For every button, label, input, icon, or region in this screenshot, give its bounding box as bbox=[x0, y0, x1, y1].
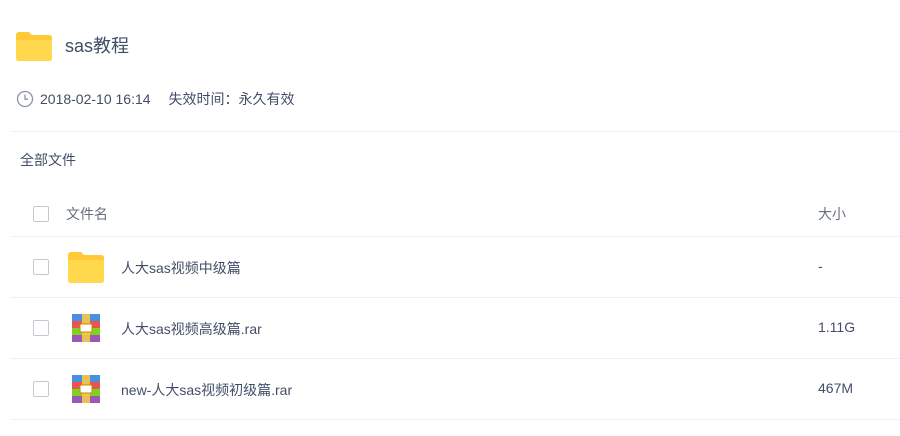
list-header: 文件名 大小 bbox=[0, 194, 900, 236]
file-size: 1.11G bbox=[818, 319, 856, 335]
breadcrumb[interactable]: 全部文件 bbox=[20, 150, 76, 170]
column-header-size[interactable]: 大小 bbox=[818, 204, 846, 224]
rar-archive-icon bbox=[72, 375, 100, 403]
row-checkbox[interactable] bbox=[33, 381, 49, 397]
share-title: sas教程 bbox=[65, 36, 130, 56]
divider bbox=[10, 131, 900, 132]
file-name[interactable]: new-人大sas视频初级篇.rar bbox=[121, 380, 292, 400]
row-checkbox[interactable] bbox=[33, 320, 49, 336]
rar-archive-icon bbox=[72, 314, 100, 342]
file-row[interactable]: 人大sas视频高级篇.rar 1.11G bbox=[0, 298, 900, 358]
share-header: sas教程 2018-02-10 16:14 失效时间：永久有效 bbox=[0, 0, 900, 130]
clock-icon bbox=[16, 90, 34, 108]
file-row[interactable]: new-人大sas视频初级篇.rar 467M bbox=[0, 359, 900, 419]
file-size: - bbox=[818, 258, 823, 274]
share-date: 2018-02-10 16:14 bbox=[40, 91, 151, 107]
folder-icon bbox=[68, 252, 104, 283]
share-expiry: 失效时间：永久有效 bbox=[168, 91, 295, 107]
file-name[interactable]: 人大sas视频高级篇.rar bbox=[121, 319, 262, 339]
divider bbox=[10, 419, 900, 420]
row-checkbox[interactable] bbox=[33, 259, 49, 275]
file-size: 467M bbox=[818, 380, 854, 396]
file-name[interactable]: 人大sas视频中级篇 bbox=[121, 258, 241, 278]
column-header-name[interactable]: 文件名 bbox=[66, 204, 108, 224]
select-all-checkbox[interactable] bbox=[33, 206, 49, 222]
folder-icon bbox=[16, 32, 52, 61]
file-row[interactable]: 人大sas视频中级篇 - bbox=[0, 237, 900, 297]
share-meta: 2018-02-10 16:14 失效时间：永久有效 bbox=[16, 89, 295, 109]
